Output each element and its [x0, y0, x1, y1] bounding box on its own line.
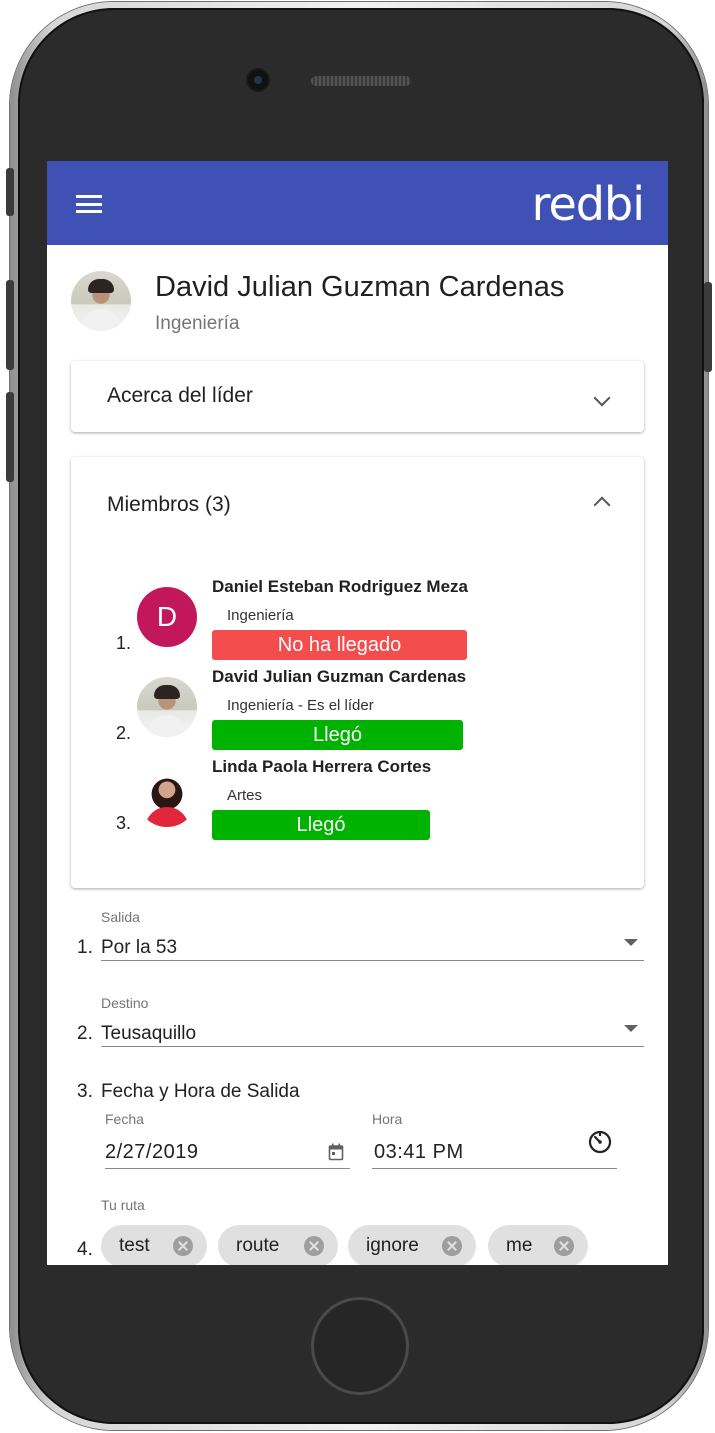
- home-button[interactable]: [311, 1297, 409, 1395]
- cancel-icon[interactable]: [173, 1236, 193, 1256]
- leader-department: Ingeniería: [155, 313, 240, 334]
- member-name: Linda Paola Herrera Cortes: [212, 757, 432, 776]
- cancel-icon[interactable]: [442, 1236, 462, 1256]
- fecha-label: Fecha: [105, 1111, 144, 1127]
- status-badge: No ha llegado: [212, 630, 467, 660]
- ruta-label: Tu ruta: [101, 1197, 145, 1213]
- destino-value: Teusaquillo: [101, 1023, 197, 1044]
- hora-input[interactable]: 03:41 PM: [372, 1133, 617, 1169]
- member-row: D 1. Daniel Esteban Rodriguez Meza Ingen…: [71, 577, 644, 663]
- hora-label: Hora: [372, 1111, 403, 1127]
- route-chip[interactable]: route: [218, 1225, 338, 1265]
- mute-switch: [6, 168, 14, 216]
- salida-select[interactable]: Por la 53: [101, 929, 644, 961]
- leader-avatar: [71, 271, 131, 331]
- destino-field: Destino 2. Teusaquillo: [77, 995, 644, 1055]
- status-badge: Llegó: [212, 810, 430, 840]
- salida-label: Salida: [101, 909, 140, 925]
- app-bar: redbi: [47, 161, 668, 245]
- member-department: Artes: [227, 787, 263, 804]
- route-chip[interactable]: me: [488, 1225, 588, 1265]
- salida-number: 1.: [77, 937, 93, 958]
- member-name: Daniel Esteban Rodriguez Meza: [212, 577, 468, 596]
- salida-value: Por la 53: [101, 937, 178, 958]
- fecha-hora-field: 3. Fecha y Hora de Salida Fecha 2/27/201…: [77, 1081, 644, 1181]
- member-name: David Julian Guzman Cardenas: [212, 667, 467, 686]
- clock-icon[interactable]: [587, 1129, 613, 1155]
- avatar: D: [137, 587, 197, 647]
- dropdown-arrow-icon: [624, 939, 638, 946]
- destino-number: 2.: [77, 1023, 93, 1044]
- front-camera: [248, 70, 268, 90]
- chevron-up-icon[interactable]: [593, 496, 611, 514]
- member-row: 2. David Julian Guzman Cardenas Ingenier…: [71, 667, 644, 753]
- member-index: 2.: [116, 723, 132, 743]
- destino-select[interactable]: Teusaquillo: [101, 1015, 644, 1047]
- about-leader-title: Acerca del líder: [107, 384, 253, 407]
- salida-field: Salida 1. Por la 53: [77, 909, 644, 969]
- members-panel: Miembros (3) D 1. Daniel Esteban Rodrigu…: [71, 457, 644, 888]
- volume-down-button: [6, 392, 14, 482]
- brand-logo: redbi: [531, 177, 645, 231]
- member-row: 3. Linda Paola Herrera Cortes Artes Lleg…: [71, 757, 644, 843]
- earpiece-speaker: [311, 76, 411, 86]
- fecha-input[interactable]: 2/27/2019: [105, 1133, 350, 1169]
- menu-icon[interactable]: [76, 195, 102, 213]
- chip-label: route: [236, 1235, 280, 1256]
- member-department: Ingeniería - Es el líder: [227, 697, 374, 714]
- ruta-number: 4.: [77, 1239, 93, 1260]
- members-title: Miembros (3): [107, 493, 231, 516]
- hora-value: 03:41 PM: [374, 1141, 464, 1163]
- cancel-icon[interactable]: [304, 1236, 324, 1256]
- about-leader-panel[interactable]: Acerca del líder: [71, 361, 644, 432]
- avatar: [137, 767, 197, 827]
- fecha-hora-number: 3.: [77, 1081, 93, 1102]
- member-department: Ingeniería: [227, 607, 294, 624]
- member-index: 3.: [116, 813, 132, 833]
- power-button: [704, 282, 712, 372]
- chevron-down-icon[interactable]: [593, 389, 611, 407]
- calendar-icon[interactable]: [328, 1143, 344, 1161]
- member-index: 1.: [116, 633, 132, 653]
- chip-label: me: [506, 1235, 533, 1256]
- app-screen: redbi David Julian Guzman Cardenas Ingen…: [47, 161, 668, 1265]
- fecha-hora-title: Fecha y Hora de Salida: [101, 1081, 300, 1102]
- status-badge: Llegó: [212, 720, 463, 750]
- avatar: [137, 677, 197, 737]
- fecha-value: 2/27/2019: [105, 1141, 199, 1163]
- route-chip[interactable]: test: [101, 1225, 207, 1265]
- chip-label: ignore: [366, 1235, 419, 1256]
- chip-label: test: [119, 1235, 150, 1256]
- ruta-field: Tu ruta 4. test route ignore me: [77, 1197, 644, 1265]
- dropdown-arrow-icon: [624, 1025, 638, 1032]
- destino-label: Destino: [101, 995, 149, 1011]
- route-chip[interactable]: ignore: [348, 1225, 476, 1265]
- cancel-icon[interactable]: [554, 1236, 574, 1256]
- leader-name: David Julian Guzman Cardenas: [155, 271, 565, 303]
- leader-profile: David Julian Guzman Cardenas Ingeniería: [71, 271, 651, 341]
- volume-up-button: [6, 280, 14, 370]
